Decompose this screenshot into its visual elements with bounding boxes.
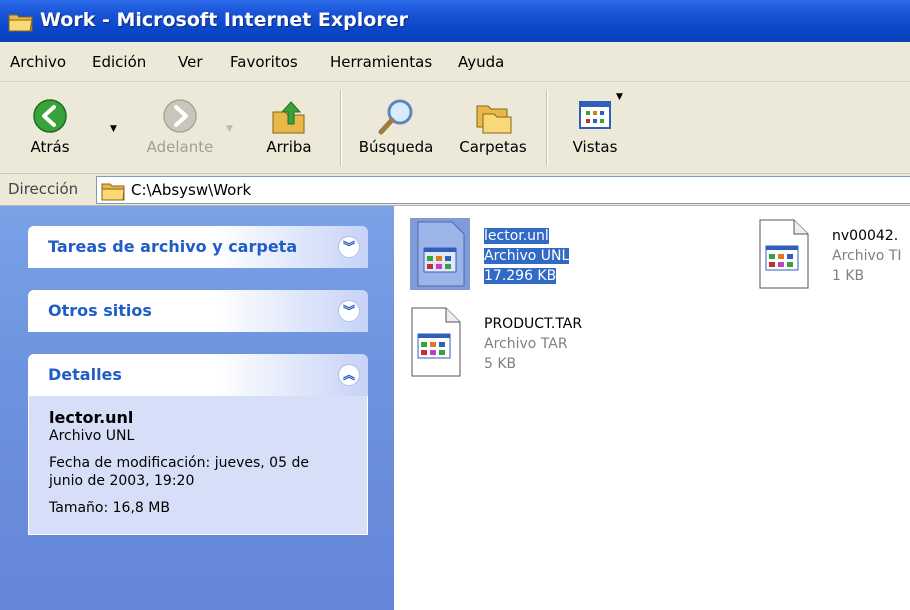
- details-file-type: Archivo UNL: [49, 428, 135, 444]
- file-tasks-panel: Tareas de archivo y carpeta ︾: [28, 226, 368, 268]
- task-pane: Tareas de archivo y carpeta ︾ Otros siti…: [0, 206, 394, 610]
- other-places-panel: Otros sitios ︾: [28, 290, 368, 332]
- views-dropdown-icon[interactable]: ▼: [616, 92, 623, 102]
- address-bar: Dirección C:\Absysw\Work: [0, 174, 910, 206]
- file-size: 17.296 KB: [484, 268, 557, 284]
- folders-button[interactable]: Carpetas: [452, 82, 534, 174]
- file-item-product-tar[interactable]: PRODUCT.TAR Archivo TAR 5 KB: [408, 306, 628, 378]
- folders-label: Carpetas: [459, 138, 527, 156]
- file-name: PRODUCT.TAR: [484, 316, 583, 332]
- address-label: Dirección: [8, 180, 79, 198]
- folders-icon: [476, 105, 512, 134]
- views-label: Vistas: [572, 138, 618, 156]
- menu-ver[interactable]: Ver: [178, 53, 203, 71]
- up-button[interactable]: Arriba: [250, 82, 328, 174]
- unl-file-icon: [410, 218, 470, 290]
- title-bar[interactable]: Work - Microsoft Internet Explorer: [0, 0, 910, 42]
- views-icon: [579, 101, 611, 129]
- back-label: Atrás: [30, 138, 70, 156]
- generic-file-icon: [759, 219, 809, 289]
- back-dropdown-icon[interactable]: ▼: [110, 124, 117, 134]
- search-label: Búsqueda: [358, 138, 434, 156]
- file-item-lector[interactable]: lector.unl Archivo UNL 17.296 KB: [410, 218, 610, 290]
- other-places-title: Otros sitios: [48, 301, 152, 320]
- file-item-nv00042[interactable]: nv00042. Archivo TI 1 KB: [756, 218, 910, 290]
- details-body: lector.unl Archivo UNL Fecha de modifica…: [28, 396, 368, 536]
- details-file-name: lector.unl: [49, 408, 134, 427]
- menu-ayuda[interactable]: Ayuda: [458, 53, 504, 71]
- chevron-up-icon[interactable]: ︽: [338, 364, 360, 386]
- file-type: Archivo UNL: [484, 248, 570, 264]
- address-input[interactable]: C:\Absysw\Work: [96, 176, 910, 204]
- search-icon: [378, 99, 413, 135]
- details-size: Tamaño: 16,8 MB: [49, 500, 170, 517]
- forward-label: Adelante: [146, 138, 214, 156]
- folder-up-icon: [272, 101, 305, 134]
- file-tasks-title: Tareas de archivo y carpeta: [48, 237, 298, 256]
- file-type: Archivo TAR: [484, 336, 568, 352]
- details-header[interactable]: Detalles ︽: [28, 354, 368, 396]
- chevron-down-icon[interactable]: ︾: [338, 236, 360, 258]
- file-type: Archivo TI: [832, 248, 902, 264]
- menu-archivo[interactable]: Archivo: [10, 53, 66, 71]
- chevron-down-icon[interactable]: ︾: [338, 300, 360, 322]
- toolbar: Atrás ▼ Adelante ▼ Arriba Búsqueda Carpe…: [0, 82, 910, 174]
- back-button[interactable]: Atrás: [14, 82, 86, 174]
- up-label: Arriba: [266, 138, 312, 156]
- forward-dropdown-icon[interactable]: ▼: [226, 124, 233, 134]
- window-title: Work - Microsoft Internet Explorer: [40, 9, 408, 31]
- file-name: lector.unl: [484, 228, 549, 244]
- other-places-header[interactable]: Otros sitios ︾: [28, 290, 368, 332]
- toolbar-separator: [340, 90, 342, 166]
- details-panel: Detalles ︽ lector.unl Archivo UNL Fecha …: [28, 354, 368, 536]
- menu-bar: Archivo Edición Ver Favoritos Herramient…: [0, 42, 910, 82]
- folder-icon: [8, 14, 33, 32]
- address-value: C:\Absysw\Work: [131, 181, 252, 199]
- details-title: Detalles: [48, 365, 122, 384]
- forward-button[interactable]: Adelante: [130, 82, 230, 174]
- details-modified: Fecha de modificación: jueves, 05 de jun…: [49, 455, 309, 490]
- search-button[interactable]: Búsqueda: [354, 82, 438, 174]
- folder-icon: [101, 183, 125, 201]
- file-size: 1 KB: [832, 268, 865, 284]
- file-size: 5 KB: [484, 356, 517, 372]
- menu-edicion[interactable]: Edición: [92, 53, 146, 71]
- file-tasks-header[interactable]: Tareas de archivo y carpeta ︾: [28, 226, 368, 268]
- back-arrow-icon: [33, 99, 67, 133]
- tar-file-icon: [411, 307, 461, 377]
- toolbar-separator: [546, 90, 548, 166]
- menu-favoritos[interactable]: Favoritos: [230, 53, 298, 71]
- file-name: nv00042.: [832, 228, 899, 244]
- file-list: lector.unl Archivo UNL 17.296 KB nv00042…: [394, 206, 910, 610]
- forward-arrow-icon: [163, 99, 197, 133]
- menu-herramientas[interactable]: Herramientas: [330, 53, 432, 71]
